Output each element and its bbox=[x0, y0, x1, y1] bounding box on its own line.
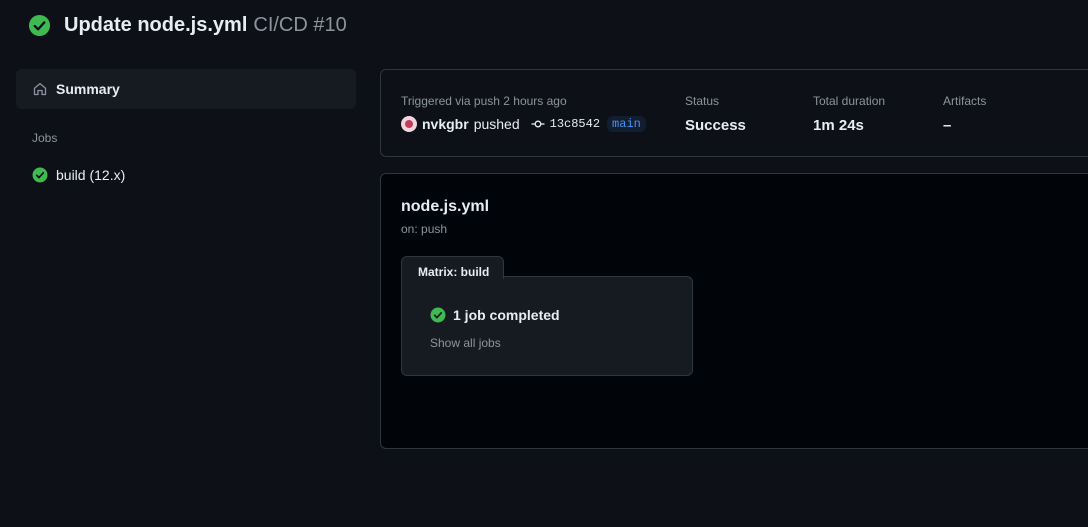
sidebar: Summary Jobs build (12.x) bbox=[16, 69, 356, 183]
show-all-jobs-link[interactable]: Show all jobs bbox=[430, 336, 501, 350]
workflow-trigger: on: push bbox=[401, 222, 448, 236]
status-section: Status Success bbox=[685, 94, 746, 134]
duration-value: 1m 24s bbox=[813, 117, 864, 134]
duration-section: Total duration 1m 24s bbox=[813, 94, 885, 134]
push-action: pushed bbox=[473, 116, 520, 132]
workflow-graph-panel: node.js.yml on: push Matrix: build 1 job… bbox=[380, 173, 1088, 449]
status-value: Success bbox=[685, 117, 746, 134]
jobs-heading: Jobs bbox=[32, 131, 58, 145]
user-link[interactable]: nvkgbr bbox=[422, 116, 469, 132]
trigger-section: Triggered via push 2 hours ago nvkgbr pu… bbox=[401, 94, 646, 132]
matrix-status-row[interactable]: 1 job completed bbox=[430, 307, 560, 323]
matrix-card: 1 job completed Show all jobs bbox=[401, 276, 693, 376]
git-commit-icon bbox=[531, 120, 545, 128]
duration-label: Total duration bbox=[813, 94, 886, 108]
avatar[interactable] bbox=[401, 116, 417, 132]
run-number: CI/CD #10 bbox=[253, 13, 347, 36]
run-info-panel: Triggered via push 2 hours ago nvkgbr pu… bbox=[380, 69, 1088, 157]
page-header: Update node.js.yml CI/CD #10 bbox=[28, 11, 347, 39]
branch-badge[interactable]: main bbox=[607, 116, 646, 132]
trigger-label: Triggered via push 2 hours ago bbox=[401, 94, 567, 108]
check-circle-icon bbox=[430, 307, 446, 323]
status-label: Status bbox=[685, 94, 720, 108]
artifacts-label: Artifacts bbox=[943, 94, 987, 108]
home-icon bbox=[33, 82, 47, 96]
sidebar-item-summary[interactable]: Summary bbox=[16, 69, 356, 109]
matrix-status: 1 job completed bbox=[453, 307, 560, 323]
check-circle-icon bbox=[32, 167, 48, 183]
artifacts-section: Artifacts – bbox=[943, 94, 986, 134]
matrix-label: Matrix: build bbox=[401, 256, 504, 279]
artifacts-value: – bbox=[943, 117, 952, 134]
sidebar-item-label: Summary bbox=[56, 81, 120, 97]
workflow-file-name: node.js.yml bbox=[401, 198, 490, 215]
commit-sha-link[interactable]: 13c8542 bbox=[550, 117, 600, 131]
page-title: Update node.js.yml bbox=[64, 13, 248, 36]
check-circle-icon bbox=[28, 14, 51, 36]
job-label: build (12.x) bbox=[56, 167, 126, 183]
sidebar-item-build-job[interactable]: build (12.x) bbox=[16, 167, 356, 183]
